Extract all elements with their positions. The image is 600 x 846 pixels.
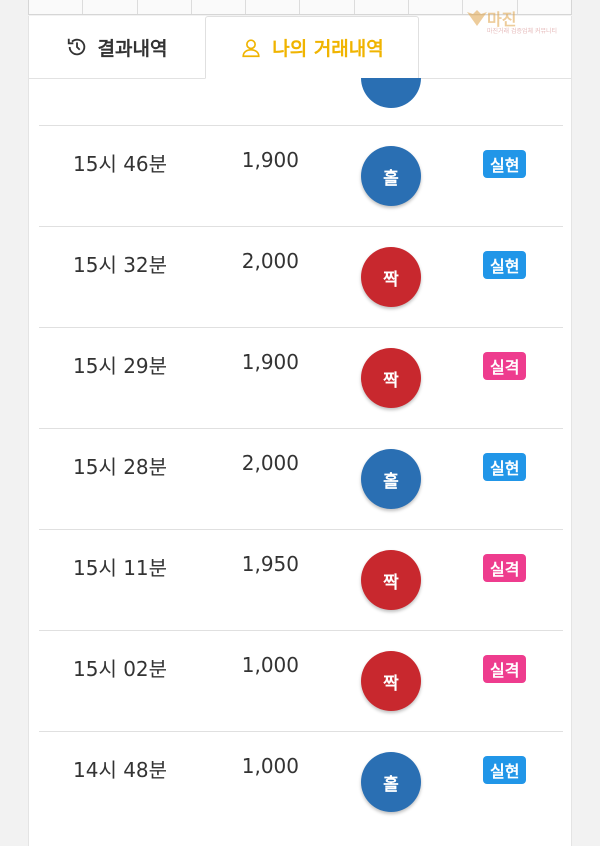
tab-label: 나의 거래내역 — [272, 38, 384, 60]
grid-cell — [29, 0, 84, 14]
result-badge: 실격 — [483, 352, 527, 380]
trade-time: 15시 28분 — [73, 455, 168, 479]
result-badge: 실격 — [483, 655, 527, 683]
trade-time: 14시 48분 — [73, 758, 168, 782]
grid-cell — [409, 0, 464, 14]
watermark-tagline: 마진거래 검증업체 커뮤니티 — [487, 28, 558, 35]
trade-list[interactable]: 15시 46분 1,900 홀 실현 15시 32분 2,000 짝 실현 15시 29분 1,9… — [29, 78, 571, 838]
trade-row: 15시 46분 1,900 홀 실현 — [39, 125, 563, 227]
grid-cell — [300, 0, 355, 14]
trade-panel: 결과내역 나의 거래내역 15시 46분 1,900 홀 실현 15시 32분 2,000… — [28, 16, 572, 846]
tab-result-history[interactable]: 결과내역 — [29, 16, 204, 78]
pick-ball: 짝 — [361, 348, 421, 408]
grid-cell — [246, 0, 301, 14]
trade-row: 15시 02분 1,000 짝 실격 — [39, 630, 563, 732]
trade-time: 15시 46분 — [73, 152, 168, 176]
trade-row: 14시 48분 1,000 홀 실현 — [39, 731, 563, 833]
tab-label: 결과내역 — [97, 37, 168, 60]
trade-row: 15시 28분 2,000 홀 실현 — [39, 428, 563, 530]
trade-time: 15시 32분 — [73, 253, 168, 277]
trade-amount: 1,900 — [241, 350, 299, 374]
pick-ball: 짝 — [361, 651, 421, 711]
grid-cell — [192, 0, 247, 14]
trade-amount: 1,000 — [241, 653, 299, 677]
result-badge: 실격 — [483, 554, 527, 582]
pick-ball: 짝 — [361, 247, 421, 307]
wing-logo-icon — [467, 10, 487, 26]
result-badge: 실현 — [483, 453, 527, 481]
trade-amount: 2,000 — [241, 451, 299, 475]
trade-amount: 2,000 — [241, 249, 299, 273]
trade-time: 15시 02분 — [73, 657, 168, 681]
result-badge: 실현 — [483, 150, 527, 178]
result-badge: 실현 — [483, 756, 527, 784]
trade-time: 15시 11분 — [73, 556, 168, 580]
grid-cell — [355, 0, 410, 14]
pick-ball: 짝 — [361, 550, 421, 610]
history-icon — [66, 36, 88, 58]
pick-ball: 홀 — [361, 449, 421, 509]
pick-ball: 홀 — [361, 146, 421, 206]
grid-cell — [138, 0, 192, 14]
trade-amount: 1,900 — [241, 148, 299, 172]
trade-amount: 1,000 — [241, 754, 299, 778]
watermark: 마진 마진거래 검증업체 커뮤니티 — [465, 6, 590, 36]
grid-cell — [83, 0, 138, 14]
pick-ball: 홀 — [361, 752, 421, 812]
pick-ball-partial — [361, 78, 421, 108]
trade-amount: 1,950 — [241, 552, 299, 576]
trade-time: 15시 29분 — [73, 354, 168, 378]
tab-my-trades[interactable]: 나의 거래내역 — [205, 16, 419, 79]
trade-row: 15시 11분 1,950 짝 실격 — [39, 529, 563, 631]
trade-row: 15시 32분 2,000 짝 실현 — [39, 226, 563, 328]
result-badge: 실현 — [483, 251, 527, 279]
trade-row: 15시 29분 1,900 짝 실격 — [39, 327, 563, 429]
user-icon — [240, 37, 262, 59]
